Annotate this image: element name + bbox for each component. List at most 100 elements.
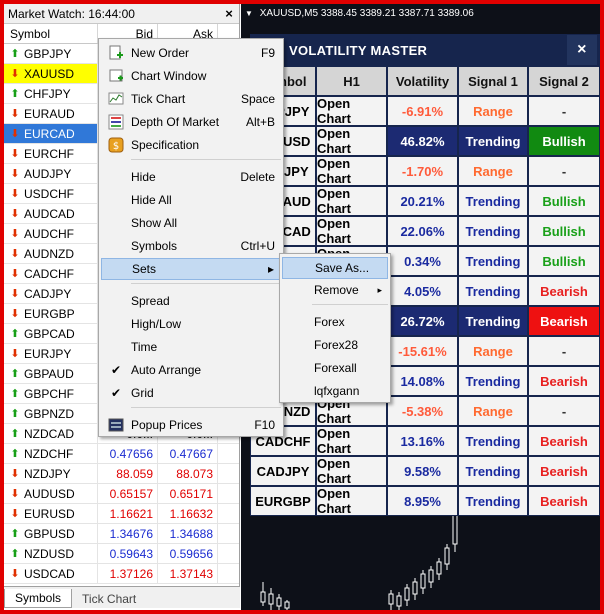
open-chart-button[interactable]: Open Chart <box>317 186 386 216</box>
arrow-down-icon: ⬇ <box>10 308 20 320</box>
symbol-label: AUDCAD <box>24 206 75 221</box>
open-chart-button[interactable]: Open Chart <box>317 96 386 126</box>
menu-item-chart-window[interactable]: Chart Window <box>101 65 281 87</box>
symbol-cell: ⬇ CADCHF <box>4 264 98 283</box>
menu-item-grid[interactable]: ✔ Grid <box>101 382 281 404</box>
signal2-cell: - <box>529 97 599 125</box>
submenu-item-label: Forexall <box>314 361 357 375</box>
column-header-symbol[interactable]: Symbol <box>4 24 98 43</box>
table-row[interactable]: ⬇ NZDJPY 88.059 88.073 <box>4 464 239 484</box>
symbol-cell: ⬆ GBPCHF <box>4 384 98 403</box>
signal2-cell: Bullish <box>529 247 599 275</box>
signal1-cell: Trending <box>459 457 527 485</box>
symbol-cell: ⬇ AUDCHF <box>4 224 98 243</box>
svg-text:$: $ <box>113 141 119 152</box>
arrow-up-icon: ⬆ <box>10 448 20 460</box>
symbol-cell: ⬆ NZDCAD <box>4 424 98 443</box>
volatility-row: EURAUDOpen Chart20.21%TrendingBullish <box>250 186 600 216</box>
candle-body <box>260 591 266 603</box>
table-row[interactable]: ⬇ EURUSD 1.16621 1.16632 <box>4 504 239 524</box>
menu-item-hide-all[interactable]: Hide All <box>101 189 281 211</box>
menu-item-spread[interactable]: Spread <box>101 290 281 312</box>
tab-tick-chart[interactable]: Tick Chart <box>72 590 146 608</box>
open-chart-button[interactable]: Open Chart <box>317 216 386 246</box>
table-row[interactable]: ⬆ GBPUSD 1.34676 1.34688 <box>4 524 239 544</box>
volatility-column-header: Signal 2 <box>529 67 599 95</box>
context-menu: New Order F9 Chart Window Tick Chart Space De… <box>98 38 284 437</box>
volatility-row: CHFJPYOpen Chart-1.70%Range- <box>250 156 600 186</box>
menu-item-time[interactable]: Time <box>101 336 281 358</box>
submenu-item-remove[interactable]: Remove ▸ <box>282 279 388 301</box>
arrow-down-icon: ⬇ <box>10 68 20 80</box>
symbol-label: AUDUSD <box>24 486 75 501</box>
menu-item-tick-chart[interactable]: Tick Chart Space <box>101 88 281 110</box>
table-row[interactable]: ⬇ AUDUSD 0.65157 0.65171 <box>4 484 239 504</box>
volatility-row: CADCHF Open Chart 13.16% Trending Bearish <box>250 426 600 456</box>
market-watch-title: Market Watch: 16:44:00 <box>8 6 135 21</box>
submenu-item-forex28[interactable]: Forex28 <box>282 334 388 356</box>
check-icon: ✔ <box>110 363 122 377</box>
open-chart-button[interactable]: Open Chart <box>317 456 386 486</box>
signal2-cell: Bearish <box>529 457 599 485</box>
table-row[interactable]: ⬆ NZDUSD 0.59643 0.59656 <box>4 544 239 564</box>
tab-symbols[interactable]: Symbols <box>4 589 73 608</box>
specification-icon: $ <box>101 137 131 153</box>
menu-item-depth-of-market[interactable]: Depth Of Market Alt+B <box>101 111 281 133</box>
symbol-label: CADCHF <box>24 266 74 281</box>
signal1-cell: Range <box>459 157 527 185</box>
bid-cell: 1.34676 <box>98 524 158 543</box>
open-chart-button[interactable]: Open Chart <box>317 126 386 156</box>
symbol-cell: ⬇ EURCAD <box>4 124 98 143</box>
depth-of-market-icon <box>101 114 131 130</box>
signal2-cell: Bearish <box>529 427 599 455</box>
menu-item-popup-prices[interactable]: Popup Prices F10 <box>101 414 281 436</box>
arrow-down-icon: ⬇ <box>10 248 20 260</box>
symbol-cell: ⬆ GBPJPY <box>4 44 98 63</box>
volatility-column-header: Signal 1 <box>459 67 527 95</box>
candle-body <box>444 547 450 565</box>
signal1-cell: Trending <box>459 187 527 215</box>
menu-item-hide[interactable]: Hide Delete <box>101 166 281 188</box>
symbol-label: NZDCAD <box>24 426 74 441</box>
open-chart-button[interactable]: Open Chart <box>317 486 386 516</box>
symbol-label: USDCAD <box>24 566 75 581</box>
volatility-value-cell: 0.34% <box>388 247 457 275</box>
symbol-cell: ⬇ NZDJPY <box>4 464 98 483</box>
signal1-cell: Trending <box>459 367 527 395</box>
signal2-cell: Bullish <box>529 187 599 215</box>
symbol-cell: ⬆ NZDUSD <box>4 544 98 563</box>
menu-item-shortcut: F9 <box>260 46 275 60</box>
symbol-label: AUDNZD <box>24 246 74 261</box>
ask-cell: 88.073 <box>158 464 218 483</box>
close-icon[interactable]: × <box>219 6 239 21</box>
volatility-value-cell: 9.58% <box>388 457 457 485</box>
arrow-up-icon: ⬆ <box>10 368 20 380</box>
menu-separator <box>131 283 281 284</box>
close-icon[interactable]: × <box>567 35 597 65</box>
menu-item-show-all[interactable]: Show All <box>101 212 281 234</box>
menu-item-auto-arrange[interactable]: ✔ Auto Arrange <box>101 359 281 381</box>
table-row[interactable]: ⬆ NZDCHF 0.47656 0.47667 <box>4 444 239 464</box>
signal2-cell: Bearish <box>529 487 599 515</box>
symbol-cell: ⬇ EURCHF <box>4 144 98 163</box>
table-row[interactable]: ⬇ USDCAD 1.37126 1.37143 <box>4 564 239 584</box>
menu-item-symbols[interactable]: Symbols Ctrl+U <box>101 235 281 257</box>
menu-item-specification[interactable]: $ Specification <box>101 134 281 156</box>
menu-item-high-low[interactable]: High/Low <box>101 313 281 335</box>
arrow-down-icon: ⬇ <box>10 288 20 300</box>
menu-item-shortcut: Space <box>240 92 275 106</box>
volatility-row: CADJPY Open Chart 9.58% Trending Bearish <box>250 456 600 486</box>
open-chart-button[interactable]: Open Chart <box>317 156 386 186</box>
open-chart-button[interactable]: Open Chart <box>317 426 386 456</box>
submenu-item-save-as[interactable]: Save As... <box>282 257 388 279</box>
signal1-cell: Trending <box>459 487 527 515</box>
submenu-item-lqfxgann[interactable]: lqfxgann <box>282 380 388 402</box>
menu-item-sets[interactable]: Sets ▸ <box>101 258 281 280</box>
symbol-label: EURGBP <box>24 306 75 321</box>
symbol-label: GBPCHF <box>24 386 75 401</box>
submenu-item-forexall[interactable]: Forexall <box>282 357 388 379</box>
submenu-item-label: Save As... <box>315 261 370 275</box>
market-watch-title-bar: Market Watch: 16:44:00 × <box>4 4 239 24</box>
submenu-item-forex[interactable]: Forex <box>282 311 388 333</box>
menu-item-new-order[interactable]: New Order F9 <box>101 42 281 64</box>
